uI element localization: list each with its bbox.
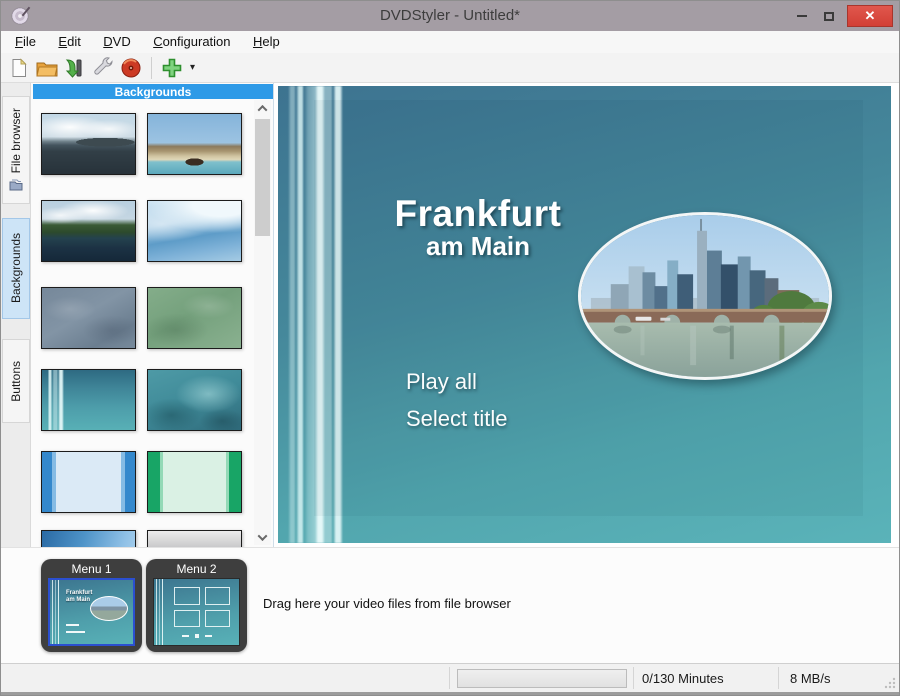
panel-scrollbar[interactable] xyxy=(254,100,271,545)
toolbar: ▾ xyxy=(1,53,899,83)
frankfurt-skyline-image xyxy=(581,215,829,377)
background-thumbnail-blue-waves[interactable] xyxy=(147,200,242,262)
window-frame-bottom xyxy=(1,692,899,695)
menu1-label: Menu 1 xyxy=(71,562,112,576)
save-project-button[interactable] xyxy=(61,55,89,81)
statusbar: 0/130 Minutes 8 MB/s xyxy=(1,663,899,692)
menu-edit[interactable]: Edit xyxy=(49,31,89,53)
tab-file-browser-label: File browser xyxy=(9,107,23,174)
sidebar-tabstrip: File browser Backgrounds Buttons xyxy=(1,83,31,547)
tab-file-browser[interactable]: File browser xyxy=(2,96,30,204)
menu-title-object[interactable]: Frankfurt am Main xyxy=(358,193,598,261)
menu2-label: Menu 2 xyxy=(176,562,217,576)
add-file-button[interactable] xyxy=(158,55,186,81)
menu2-thumbnail[interactable] xyxy=(153,578,240,646)
mini-button-grid xyxy=(174,587,230,627)
folder-icon xyxy=(9,179,23,191)
menu1-card[interactable]: Menu 1 Frankfurt am Main xyxy=(41,559,142,652)
frankfurt-photo-oval[interactable] xyxy=(578,212,832,380)
mini-menu-line xyxy=(66,624,79,626)
background-thumbnail-lake-shore[interactable] xyxy=(41,200,136,262)
background-thumbnail-green-texture[interactable] xyxy=(147,287,242,349)
green-plus-icon xyxy=(162,58,182,77)
background-thumbnail-blue-gradient[interactable] xyxy=(41,530,136,547)
menu-button-play-all[interactable]: Play all xyxy=(406,369,508,395)
status-separator xyxy=(633,667,634,689)
new-document-icon xyxy=(12,57,27,77)
mini-menu-title: Frankfurt am Main xyxy=(66,590,93,603)
background-thumbnail-green-frame[interactable] xyxy=(147,451,242,513)
status-speed: 8 MB/s xyxy=(790,671,831,686)
maximize-button[interactable] xyxy=(815,5,843,27)
scroll-down-button[interactable] xyxy=(254,529,271,545)
menu-file[interactable]: File xyxy=(6,31,45,53)
open-project-button[interactable] xyxy=(33,55,61,81)
panel-header: Backgrounds xyxy=(33,84,273,99)
status-separator xyxy=(778,667,779,689)
menus-strip[interactable]: Menu 1 Frankfurt am Main Menu 2 Drag her… xyxy=(1,547,899,663)
backgrounds-panel: Backgrounds xyxy=(31,83,274,547)
close-button[interactable]: ✕ xyxy=(847,5,893,27)
minimize-button[interactable] xyxy=(789,5,815,27)
mini-stripes xyxy=(52,580,61,644)
drop-hint-text: Drag here your video files from file bro… xyxy=(263,596,511,611)
background-thumbnail-gray-gradient[interactable] xyxy=(147,530,242,547)
titlebar[interactable]: DVDStyler - Untitled* ✕ xyxy=(1,1,899,31)
tab-buttons[interactable]: Buttons xyxy=(2,339,30,423)
background-thumbnail-sea-island[interactable] xyxy=(41,113,136,175)
background-thumbnail-teal-stripes[interactable] xyxy=(41,369,136,431)
menu1-thumbnail[interactable]: Frankfurt am Main xyxy=(48,578,135,646)
wrench-icon xyxy=(94,56,113,75)
menu-configuration[interactable]: Configuration xyxy=(144,31,239,53)
preview-area: Frankfurt am Main Play all Select title xyxy=(274,83,899,547)
mini-oval-photo xyxy=(90,596,128,621)
status-separator xyxy=(449,667,450,689)
background-thumbnail-gray-clouds[interactable] xyxy=(41,287,136,349)
scroll-up-button[interactable] xyxy=(254,100,271,116)
settings-button[interactable] xyxy=(89,55,117,81)
minimize-icon xyxy=(797,15,807,17)
menu-title-line2: am Main xyxy=(425,231,531,261)
menu-button-select-title[interactable]: Select title xyxy=(406,406,508,432)
close-icon: ✕ xyxy=(864,8,876,23)
menu-help[interactable]: Help xyxy=(244,31,289,53)
scrollbar-thumb[interactable] xyxy=(255,119,270,236)
menu-dvd[interactable]: DVD xyxy=(94,31,139,53)
resize-grip[interactable] xyxy=(884,677,896,689)
mini-nav-buttons xyxy=(182,634,212,638)
maximize-icon xyxy=(824,11,834,21)
dvd-menu-preview[interactable]: Frankfurt am Main Play all Select title xyxy=(278,86,891,543)
open-folder-icon xyxy=(36,62,58,76)
background-thumbnail-blue-frame[interactable] xyxy=(41,451,136,513)
menu2-card[interactable]: Menu 2 xyxy=(146,559,247,652)
toolbar-separator xyxy=(151,56,152,79)
burn-button[interactable] xyxy=(117,55,145,81)
tab-buttons-label: Buttons xyxy=(9,360,23,402)
window-title: DVDStyler - Untitled* xyxy=(379,7,521,24)
menubar: File Edit DVD Configuration Help xyxy=(1,31,899,53)
mini-stripes xyxy=(156,579,165,645)
background-thumbnail-teal-water[interactable] xyxy=(147,369,242,431)
tab-backgrounds-label: Backgrounds xyxy=(9,233,23,304)
status-minutes: 0/130 Minutes xyxy=(642,671,724,686)
background-thumbnail-boat-beach[interactable] xyxy=(147,113,242,175)
save-green-arrow-icon xyxy=(65,58,82,78)
mini-menu-line xyxy=(66,631,85,633)
scroll-down-icon xyxy=(257,530,268,541)
tab-backgrounds[interactable]: Backgrounds xyxy=(2,218,30,319)
scroll-up-icon xyxy=(257,104,268,115)
dropdown-caret-icon[interactable]: ▾ xyxy=(186,62,199,73)
burn-disc-icon xyxy=(121,58,141,77)
app-window: DVDStyler - Untitled* ✕ File Edit DVD Co… xyxy=(0,0,900,696)
new-project-button[interactable] xyxy=(5,55,33,81)
capacity-progress-bar xyxy=(457,669,627,688)
menu-title-line1: Frankfurt xyxy=(394,193,562,234)
